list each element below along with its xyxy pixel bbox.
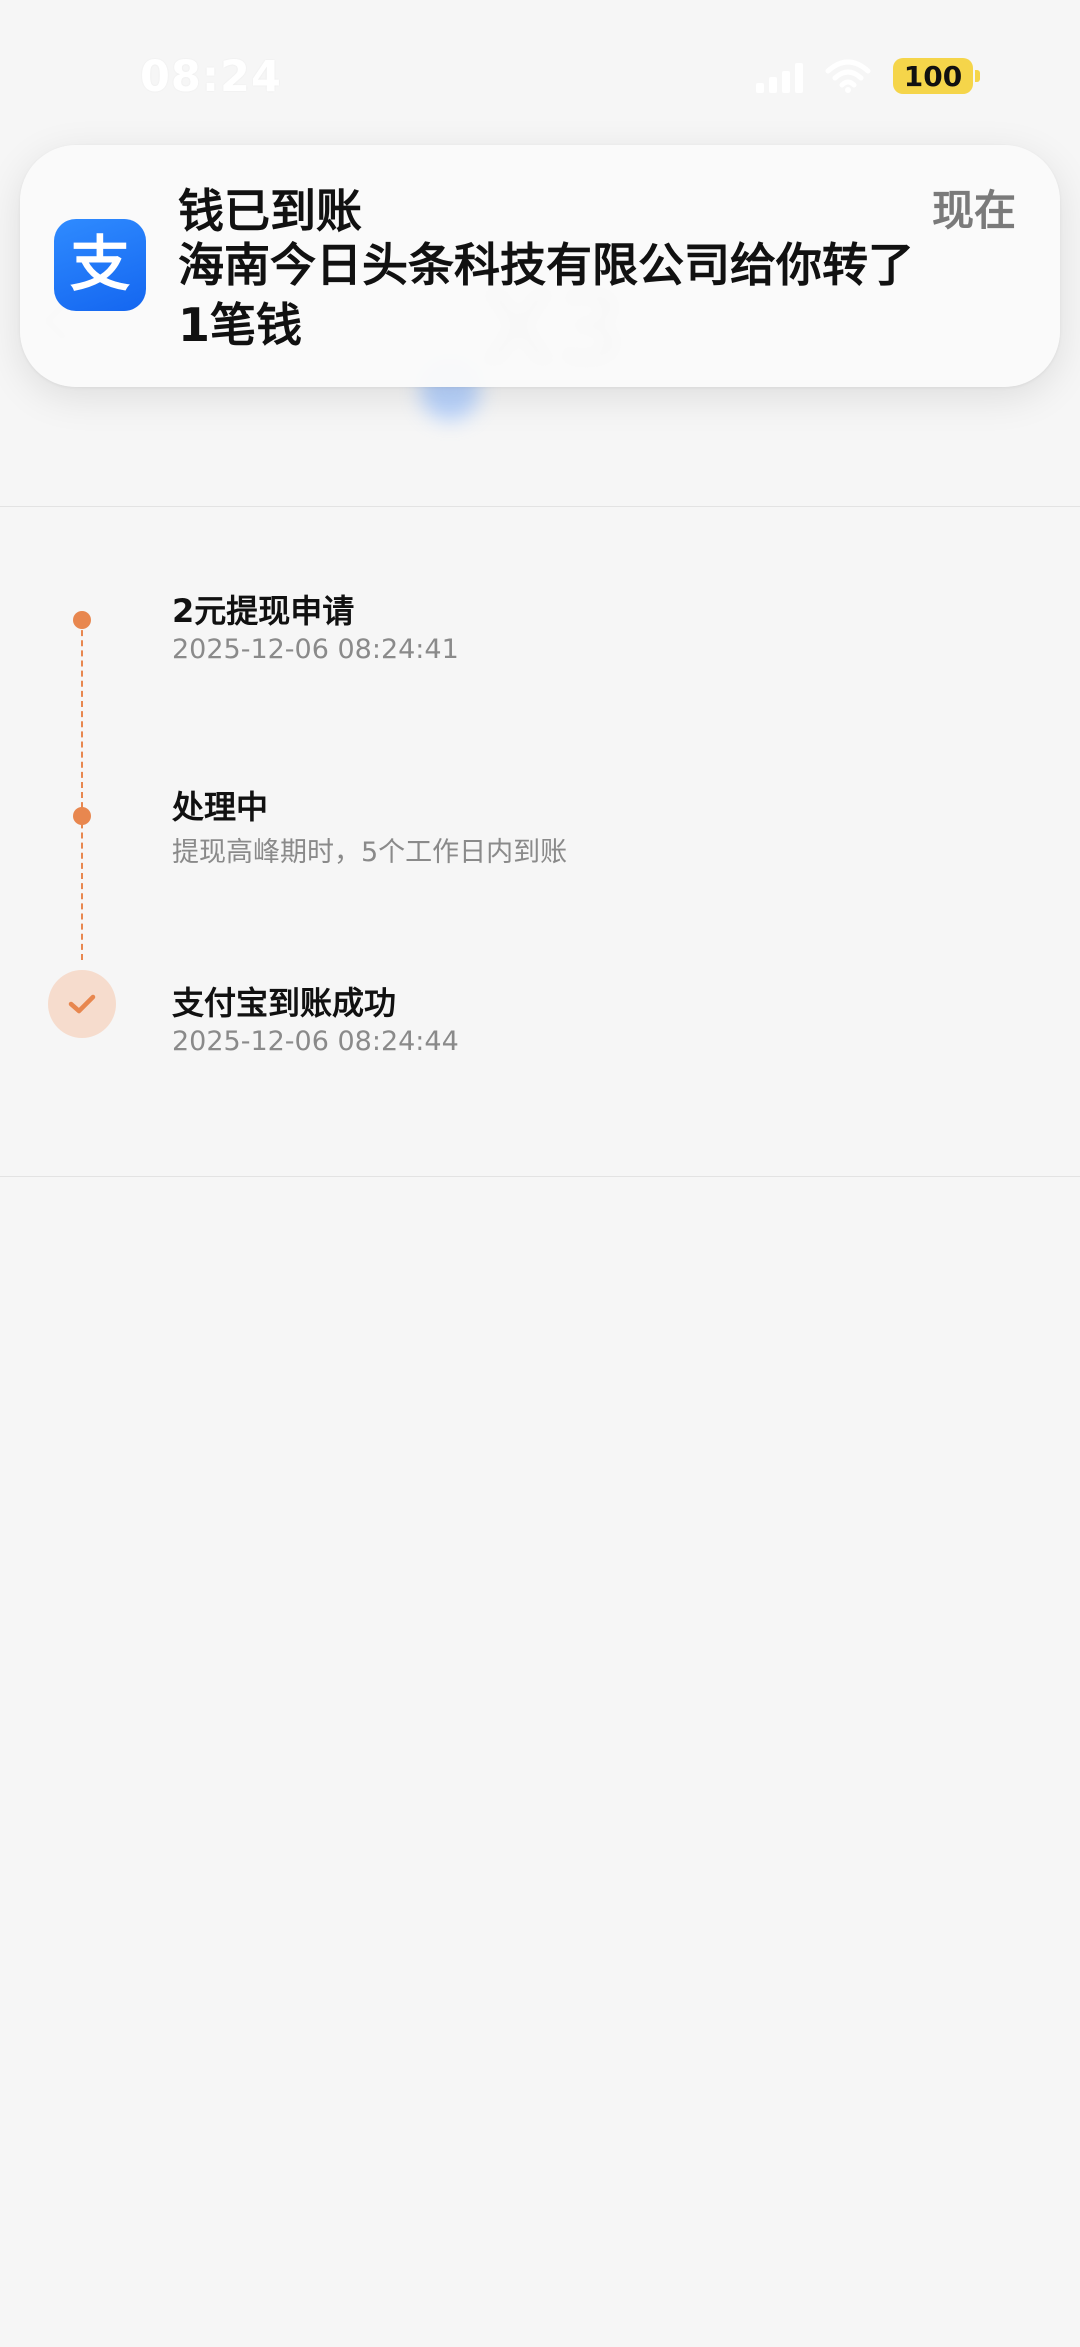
divider <box>0 1176 1080 1177</box>
step-title: 处理中 <box>172 788 269 826</box>
signal-icon <box>756 59 803 93</box>
step-subtitle: 2025-12-06 08:24:44 <box>172 1026 459 1057</box>
step-subtitle: 提现高峰期时，5个工作日内到账 <box>172 837 568 868</box>
status-icons: 100 <box>756 58 980 94</box>
notification-title: 钱已到账 <box>178 184 362 238</box>
step-title: 支付宝到账成功 <box>172 984 397 1022</box>
success-check-icon <box>48 970 116 1038</box>
withdrawal-timeline: 2元提现申请 2025-12-06 08:24:41 处理中 提现高峰期时，5个… <box>0 506 1080 1176</box>
step-title: 2元提现申请 <box>172 592 355 630</box>
notification-banner[interactable]: 支 钱已到账 海南今日头条科技有限公司给你转了1笔钱 现在 <box>20 145 1060 387</box>
status-bar: 08:24 100 <box>0 0 1080 150</box>
step-subtitle: 2025-12-06 08:24:41 <box>172 634 459 665</box>
alipay-glyph: 支 <box>70 230 130 300</box>
battery-tip <box>975 70 980 82</box>
notification-time: 现在 <box>931 186 1016 235</box>
timeline-connector <box>81 620 83 960</box>
battery-level: 100 <box>893 58 973 94</box>
timeline-dot <box>73 807 91 825</box>
battery-icon: 100 <box>893 58 980 94</box>
alipay-icon: 支 <box>54 219 146 311</box>
notification-body: 海南今日头条科技有限公司给你转了1笔钱 <box>178 238 914 352</box>
status-time: 08:24 <box>140 52 282 102</box>
timeline-dot <box>73 611 91 629</box>
wifi-icon <box>825 59 871 93</box>
